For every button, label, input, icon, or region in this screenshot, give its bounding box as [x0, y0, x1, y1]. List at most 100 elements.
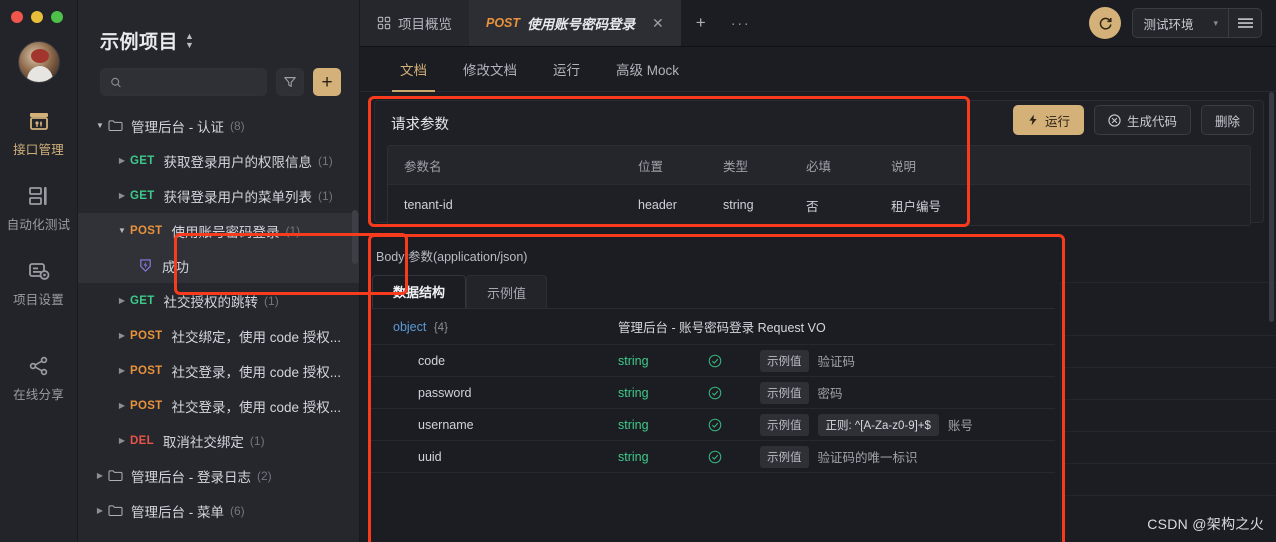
project-switcher[interactable]: 示例项目 ▲ ▼	[78, 0, 359, 54]
window-controls[interactable]	[0, 0, 77, 23]
chevron-right-icon[interactable]: ▶	[114, 401, 130, 410]
chevron-updown-icon: ▲ ▼	[185, 30, 195, 50]
generate-code-button[interactable]: 生成代码	[1093, 105, 1191, 135]
run-button-label: 运行	[1044, 114, 1070, 129]
add-api-button[interactable]: +	[313, 68, 341, 96]
environment-value-wrap[interactable]: 测试环境 ▾	[1133, 9, 1228, 37]
tree-api-row[interactable]: ▶ GET 获取登录用户的权限信息 (1)	[78, 143, 359, 178]
tab-close-icon[interactable]: ✕	[652, 15, 664, 32]
field-extras: 示例值 验证码	[760, 349, 1055, 372]
tab-data-structure[interactable]: 数据结构	[372, 275, 467, 308]
tree-testcase-row[interactable]: 成功	[78, 248, 359, 283]
icon-rail: 接口管理 自动化测试 项目设置 在线分享	[0, 0, 78, 542]
field-required-wrap	[708, 386, 760, 400]
tree-api-row[interactable]: ▶ DEL 取消社交绑定 (1)	[78, 423, 359, 458]
rail-item-project-settings[interactable]: 项目设置	[0, 259, 78, 308]
schema-root-row: object {4} 管理后台 - 账号密码登录 Request VO	[368, 309, 1055, 345]
schema-field-row: username string 示例值 正则: ^[A-Za-z0-9]+$ 账…	[368, 409, 1055, 441]
chevron-right-icon[interactable]: ▶	[92, 506, 108, 515]
tree-item-label: 社交登录，使用 code 授权...	[171, 364, 342, 380]
schema-root-brace: {4}	[433, 321, 448, 334]
tree-item-label: 使用账号密码登录	[171, 224, 280, 240]
tree-folder-row[interactable]: ▼ 管理后台 - 认证 (8)	[78, 108, 359, 143]
zoom-button[interactable]	[51, 11, 63, 23]
tree-api-row[interactable]: ▶ POST 社交绑定，使用 code 授权...	[78, 318, 359, 353]
method-badge: GET	[130, 189, 155, 202]
tree-api-row[interactable]: ▶ GET 社交授权的跳转 (1)	[78, 283, 359, 318]
search-input[interactable]	[121, 75, 257, 89]
filter-button[interactable]	[276, 68, 304, 96]
rail-label: 在线分享	[13, 388, 64, 402]
rail-item-api-management[interactable]: 接口管理	[0, 109, 78, 158]
tab-document[interactable]: 文档	[382, 47, 445, 92]
tab-project-overview[interactable]: 项目概览	[360, 0, 469, 46]
tree-item-label: 管理后台 - 认证	[131, 119, 224, 135]
check-circle-icon	[708, 418, 722, 431]
sidebar-scrollbar[interactable]	[352, 210, 358, 264]
tree-item-label: 社交授权的跳转	[163, 294, 259, 310]
menu-button[interactable]	[1228, 9, 1261, 37]
field-desc: 账号	[947, 419, 973, 433]
avatar[interactable]	[17, 41, 60, 83]
chevron-right-icon[interactable]: ▶	[114, 156, 130, 165]
chevron-right-icon[interactable]: ▶	[114, 331, 130, 340]
chevron-right-icon[interactable]: ▶	[114, 366, 130, 375]
chevron-right-icon[interactable]: ▶	[92, 471, 108, 480]
tab-edit-document[interactable]: 修改文档	[445, 47, 535, 92]
chevron-right-icon[interactable]: ▶	[114, 296, 130, 305]
tree-item-count: (1)	[249, 433, 265, 448]
tree-api-row[interactable]: ▶ GET 获得登录用户的菜单列表 (1)	[78, 178, 359, 213]
api-tree: ▼ 管理后台 - 认证 (8) ▶ GET 获取登录用户的权限信息 (1) ▶ …	[78, 108, 359, 528]
minimize-button[interactable]	[31, 11, 43, 23]
tree-item-count: (1)	[285, 223, 301, 238]
folder-icon	[108, 469, 123, 482]
field-type: string	[618, 353, 649, 368]
field-type: string	[618, 449, 649, 464]
body-params-panel: Body 参数(application/json) 数据结构 示例值 objec…	[364, 238, 1059, 542]
new-tab-button[interactable]: +	[681, 0, 721, 46]
example-value-badge: 示例值	[760, 381, 809, 404]
tree-item-count: (1)	[264, 293, 279, 308]
field-name: password	[418, 385, 472, 400]
tree-api-row[interactable]: ▶ POST 社交登录，使用 code 授权...	[78, 388, 359, 423]
tree-item-count: (1)	[318, 153, 333, 168]
tree-item-count: (2)	[257, 468, 272, 483]
chevron-down-icon[interactable]: ▼	[92, 121, 108, 130]
field-name: code	[418, 353, 446, 368]
delete-button[interactable]: 删除	[1200, 105, 1254, 135]
delete-button-label: 删除	[1214, 114, 1240, 129]
run-button[interactable]: 运行	[1012, 105, 1084, 135]
folder-icon	[108, 119, 123, 132]
tab-more-button[interactable]: ···	[721, 0, 761, 46]
search-box[interactable]	[100, 68, 267, 96]
method-badge: POST	[130, 364, 163, 377]
tab-run[interactable]: 运行	[535, 47, 598, 92]
tree-api-row-selected[interactable]: ▼ POST 使用账号密码登录 (1)	[78, 213, 359, 248]
example-value-badge: 示例值	[760, 445, 809, 468]
content-scrollbar[interactable]	[1269, 92, 1274, 322]
tree-item-label: 社交登录，使用 code 授权...	[171, 399, 342, 415]
chevron-down-icon: ▾	[1213, 17, 1218, 28]
tree-folder-row[interactable]: ▶ 管理后台 - 登录日志 (2)	[78, 458, 359, 493]
tree-item-label: 管理后台 - 登录日志	[131, 469, 251, 485]
table-background-continuation	[1060, 282, 1276, 542]
rail-item-automated-test[interactable]: 自动化测试	[0, 184, 78, 233]
tab-example-value[interactable]: 示例值	[466, 275, 548, 308]
hamburger-menu-icon	[1237, 18, 1253, 28]
field-desc: 验证码	[817, 355, 856, 369]
tree-folder-row[interactable]: ▶ 管理后台 - 菜单 (6)	[78, 493, 359, 528]
close-button[interactable]	[11, 11, 23, 23]
chevron-down-icon[interactable]: ▼	[114, 226, 130, 235]
rail-item-online-share[interactable]: 在线分享	[0, 354, 78, 403]
body-params-label: Body 参数(application/json)	[376, 250, 528, 264]
chevron-right-icon[interactable]: ▶	[114, 191, 130, 200]
environment-selector[interactable]: 测试环境 ▾	[1132, 8, 1262, 38]
environment-value: 测试环境	[1143, 17, 1194, 32]
api-box-icon	[29, 113, 48, 130]
refresh-button[interactable]	[1089, 7, 1122, 39]
tab-advanced-mock[interactable]: 高级 Mock	[598, 47, 697, 92]
tab-login-api[interactable]: POST 使用账号密码登录 ✕	[469, 0, 681, 46]
tree-api-row[interactable]: ▶ POST 社交登录，使用 code 授权...	[78, 353, 359, 388]
chevron-right-icon[interactable]: ▶	[114, 436, 130, 445]
field-required-wrap	[708, 418, 760, 432]
